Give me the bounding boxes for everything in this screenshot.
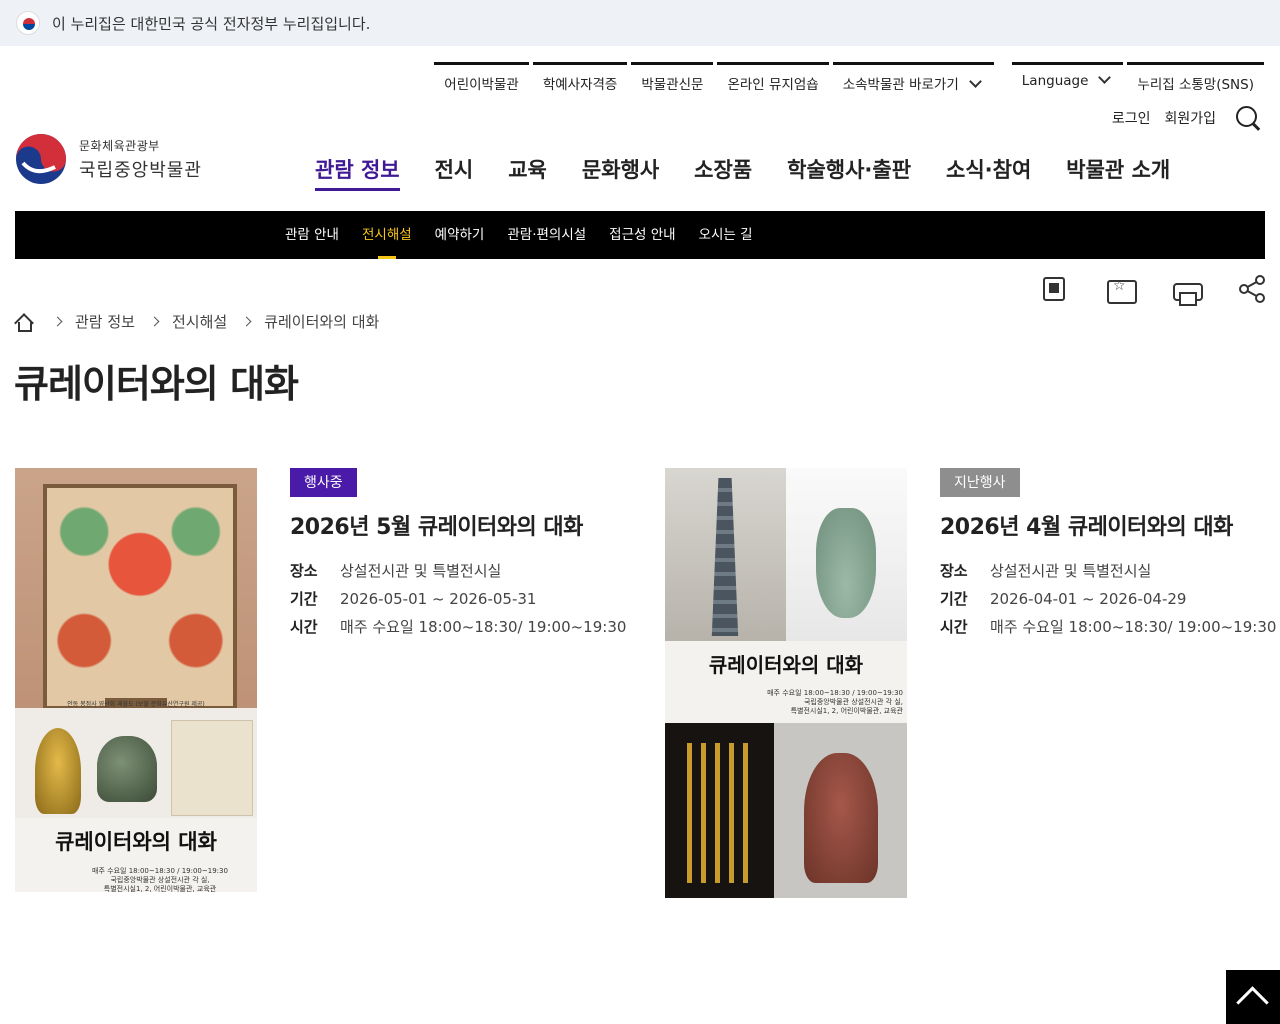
event-poster-image[interactable]: 큐레이터와의 대화 매주 수요일 18:00~18:30 / 19:00~19:… [665,468,907,898]
chevron-down-icon [1098,71,1112,84]
breadcrumb-item[interactable]: 전시해설 [172,311,227,332]
main-nav: 관람 정보 전시 교육 문화행사 소장품 학술행사·출판 소식·참여 박물관 소… [315,154,1205,191]
poster-gold-statue [35,728,81,814]
event-meta: 장소 상설전시관 및 특별전시실 기간 2026-05-01 ~ 2026-05-3… [290,557,630,641]
event-meta: 장소 상설전시관 및 특별전시실 기간 2026-04-01 ~ 2026-04-2… [940,557,1280,641]
search-icon[interactable] [1234,104,1262,132]
gnb-collection[interactable]: 소장품 [694,154,752,191]
time-value: 매주 수요일 18:00~18:30/ 19:00~19:30 [990,618,1277,636]
event-info: 지난행사 2026년 4월 큐레이터와의 대화 장소 상설전시관 및 특별전시실 … [940,468,1280,641]
top-arrow-icon[interactable] [1226,970,1280,1024]
language-label: Language [1021,73,1089,89]
chevron-right-icon [149,316,160,327]
qr-icon[interactable] [1040,274,1068,304]
time-label: 시간 [940,618,968,636]
language-select[interactable]: Language [1011,62,1124,96]
poster-gold-crown [665,723,774,898]
chevron-right-icon [52,316,63,327]
page-tools [1040,274,1266,306]
subnav-reservation[interactable]: 예약하기 [435,211,485,259]
poster-title: 큐레이터와의 대화 [708,653,864,677]
chevron-down-icon [968,75,982,88]
login-link[interactable]: 로그인 [1112,108,1151,128]
poster-helmet [97,736,157,802]
gnb-cultural-events[interactable]: 문화행사 [582,154,659,191]
util-link-curator-license[interactable]: 학예사자격증 [532,62,628,96]
logo-name: 국립중앙박물관 [79,159,202,181]
subnav-facilities[interactable]: 관람·편의시설 [507,211,586,259]
sub-nav: 관람 안내 전시해설 예약하기 관람·편의시설 접근성 안내 오시는 길 [15,211,1265,259]
place-label: 장소 [290,562,318,580]
breadcrumb-item-current: 큐레이터와의 대화 [264,313,380,331]
flag-icon [16,11,40,35]
breadcrumb-item[interactable]: 관람 정보 [75,311,135,332]
period-value: 2026-04-01 ~ 2026-04-29 [990,590,1187,608]
gov-banner-text: 이 누리집은 대한민국 공식 전자정부 누리집입니다. [52,14,371,33]
subnav-visit-guide[interactable]: 관람 안내 [285,211,339,259]
auth-row: 로그인 회원가입 [1112,104,1262,132]
subnav-directions[interactable]: 오시는 길 [699,211,753,259]
period-value: 2026-05-01 ~ 2026-05-31 [340,590,537,608]
poster-celadon [786,468,907,641]
place-label: 장소 [940,562,968,580]
period-label: 기간 [940,590,968,608]
place-value: 상설전시관 및 특별전시실 [990,562,1152,580]
util-link-childrens-museum[interactable]: 어린이박물관 [434,62,529,96]
status-badge: 행사중 [290,468,357,497]
logo-ministry: 문화체육관광부 [79,138,160,153]
poster-caption: 안동 봉정사 영산회 괘불도 (보물 문화유산연구원 제공) [67,701,205,708]
place-value: 상설전시관 및 특별전시실 [340,562,502,580]
poster-info-line: 특별전시실1, 2, 어린이박물관, 교육관 [790,707,903,715]
time-label: 시간 [290,618,318,636]
gnb-academic-publication[interactable]: 학술행사·출판 [787,154,911,191]
poster-pagoda [665,468,786,641]
time-value: 매주 수요일 18:00~18:30/ 19:00~19:30 [340,618,627,636]
chevron-right-icon [241,316,252,327]
poster-sketch [171,720,253,816]
event-title[interactable]: 2026년 5월 큐레이터와의 대화 [290,509,630,541]
subnav-exhibition-guide[interactable]: 전시해설 [362,211,412,259]
sns-link[interactable]: 누리집 소통망(SNS) [1127,62,1264,96]
util-link-newsletter[interactable]: 박물관신문 [631,62,714,96]
print-icon[interactable] [1172,274,1203,306]
subnav-accessibility[interactable]: 접근성 안내 [609,211,675,259]
period-label: 기간 [290,590,318,608]
share-icon[interactable] [1238,274,1266,304]
site-logo[interactable]: 문화체육관광부 국립중앙박물관 [15,133,202,185]
util-link-museum-shop[interactable]: 온라인 뮤지엄숍 [717,62,829,96]
poster-title: 큐레이터와의 대화 [55,830,217,854]
join-link[interactable]: 회원가입 [1164,108,1216,128]
util-link-affiliated-label: 소속박물관 바로가기 [842,77,959,93]
gnb-education[interactable]: 교육 [508,154,547,191]
gnb-visit-info[interactable]: 관람 정보 [315,154,400,191]
event-title[interactable]: 2026년 4월 큐레이터와의 대화 [940,509,1280,541]
poster-armor [774,723,907,898]
utility-nav: 어린이박물관 학예사자격증 박물관신문 온라인 뮤지엄숍 소속박물관 바로가기 … [430,62,1264,96]
breadcrumb: 관람 정보 전시해설 큐레이터와의 대화 [14,311,379,332]
util-link-affiliated-museums[interactable]: 소속박물관 바로가기 [832,62,994,96]
home-icon[interactable] [14,313,32,332]
event-info: 행사중 2026년 5월 큐레이터와의 대화 장소 상설전시관 및 특별전시실 기… [290,468,630,641]
gnb-news-participation[interactable]: 소식·참여 [946,154,1031,191]
gnb-about[interactable]: 박물관 소개 [1066,154,1170,191]
logo-emblem-icon [15,133,67,185]
poster-info-line: 특별전시실1, 2, 어린이박물관, 교육관 [103,885,217,892]
gov-banner: 이 누리집은 대한민국 공식 전자정부 누리집입니다. [0,0,1280,46]
event-poster-image[interactable]: 안동 봉정사 영산회 괘불도 (보물 문화유산연구원 제공) 큐레이터와의 대화… [15,468,257,892]
status-badge: 지난행사 [940,468,1020,497]
favorite-icon[interactable] [1106,274,1137,304]
page-title: 큐레이터와의 대화 [14,362,299,406]
gnb-exhibition[interactable]: 전시 [435,154,474,191]
